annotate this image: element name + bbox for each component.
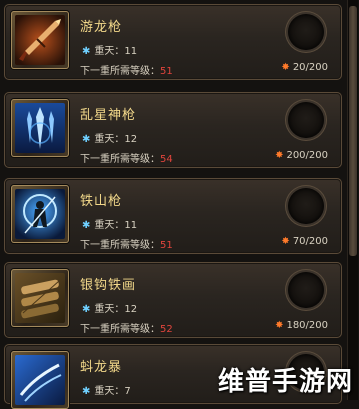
equip-slot-button[interactable] [288, 102, 324, 138]
skill-icon-frame [11, 269, 69, 327]
tier-star-icon: ✱ [82, 134, 91, 145]
spear-red-icon [15, 15, 65, 65]
scrollbar-thumb[interactable] [349, 6, 357, 256]
skill-name: 铁山枪 [80, 194, 123, 209]
flame-icon: ✸ [275, 150, 284, 161]
fragment-count: ✸ 20/200 [281, 62, 328, 73]
equip-slot-button[interactable] [288, 14, 324, 50]
tier-star-icon: ✱ [82, 304, 91, 315]
next-tier-requirement: 下一重所需等级：51 [80, 240, 173, 251]
scroll-icon [15, 273, 65, 323]
tier-star-icon: ✱ [82, 220, 91, 231]
skill-card[interactable]: 游龙枪 ✱ 重天：11 下一重所需等级：51 ✸ 20/200 [4, 4, 342, 80]
warrior-blue-icon [15, 189, 65, 239]
skill-icon-frame [11, 185, 69, 243]
skill-card[interactable]: 铁山枪 ✱ 重天：11 下一重所需等级：51 ✸ 70/200 [4, 178, 342, 254]
watermark: 维普手游网 [217, 367, 353, 397]
skill-name: 游龙枪 [80, 20, 123, 35]
next-tier-requirement: 下一重所需等级：51 [80, 66, 173, 77]
tier-star-icon: ✱ [82, 46, 91, 57]
skill-icon-frame [11, 11, 69, 69]
skill-name: 银钩铁画 [80, 278, 137, 293]
next-tier-requirement: 下一重所需等级：52 [80, 324, 173, 335]
tier-star-icon: ✱ [82, 386, 91, 397]
skill-card[interactable]: 乱星神枪 ✱ 重天：12 下一重所需等级：54 ✸ 200/200 [4, 92, 342, 168]
skill-list: 游龙枪 ✱ 重天：11 下一重所需等级：51 ✸ 20/200 乱星神枪 ✱ 重天：1… [0, 0, 348, 409]
skill-tier: ✱ 重天：11 [82, 46, 138, 57]
fragment-count: ✸ 200/200 [275, 150, 328, 161]
fragment-count: ✸ 180/200 [275, 320, 328, 331]
fragment-count: ✸ 70/200 [281, 236, 328, 247]
skill-tier: ✱ 重天：12 [82, 304, 138, 315]
flame-icon: ✸ [281, 236, 290, 247]
skill-tier: ✱ 重天：7 [82, 386, 131, 397]
skill-icon-frame [11, 351, 69, 409]
flame-icon: ✸ [281, 62, 290, 73]
skill-card[interactable]: 银钩铁画 ✱ 重天：12 下一重所需等级：52 ✸ 180/200 [4, 262, 342, 338]
skill-tier: ✱ 重天：11 [82, 220, 138, 231]
skill-tier: ✱ 重天：12 [82, 134, 138, 145]
skill-icon-frame [11, 99, 69, 157]
skill-name: 蚪龙暴 [80, 360, 123, 375]
skill-name: 乱星神枪 [80, 108, 137, 123]
spear-blue-icon [15, 103, 65, 153]
claw-blue-icon [15, 355, 65, 405]
equip-slot-button[interactable] [288, 188, 324, 224]
scrollbar[interactable] [347, 0, 358, 400]
flame-icon: ✸ [275, 320, 284, 331]
next-tier-requirement: 下一重所需等级：54 [80, 154, 173, 165]
equip-slot-button[interactable] [288, 272, 324, 308]
